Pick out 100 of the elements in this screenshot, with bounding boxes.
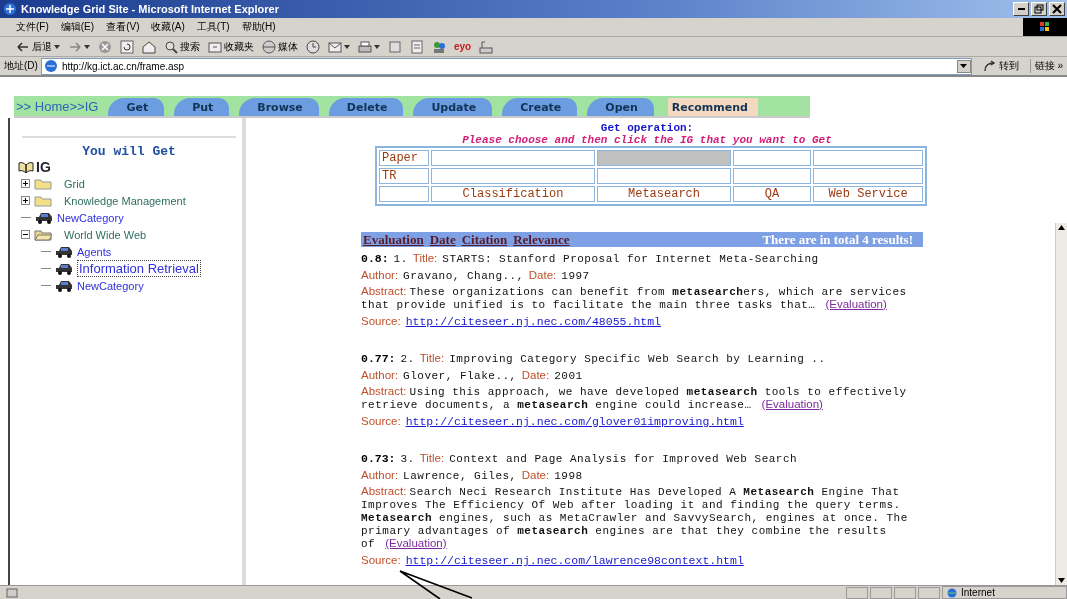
nav-tab[interactable]: Get <box>108 98 165 116</box>
scroll-up-icon <box>1057 223 1066 232</box>
globe-icon <box>946 587 958 598</box>
search-icon <box>164 39 178 54</box>
result-author: Lawrence, Giles, <box>403 469 517 484</box>
nav-tab[interactable]: Browse <box>239 98 319 116</box>
tree-item[interactable]: Grid <box>64 177 85 190</box>
table-cell: Paper <box>379 150 429 166</box>
plus-box-icon[interactable] <box>21 179 30 188</box>
nav-tab[interactable]: Open <box>587 98 654 116</box>
refresh-button[interactable] <box>120 39 134 54</box>
source-link[interactable]: http://citeseer.nj.nec.com/48055.html <box>405 314 661 330</box>
menu-item[interactable]: 文件(F) <box>16 20 49 34</box>
field-label: Date: <box>521 468 550 483</box>
dropdown-caret-icon <box>54 44 60 49</box>
sort-link[interactable]: Date <box>429 231 456 248</box>
breadcrumb[interactable]: >> Home>>IG <box>14 98 99 114</box>
sort-link[interactable]: Evaluation <box>363 231 424 248</box>
operation-instruction: Please choose and then click the IG that you want to Get <box>461 134 833 146</box>
ig-cell[interactable]: QA <box>733 186 811 202</box>
minus-box-icon[interactable] <box>21 230 30 239</box>
dropdown-button[interactable] <box>956 59 971 73</box>
restore-button[interactable] <box>1031 2 1047 16</box>
result-date: 2001 <box>554 369 583 384</box>
minimize-button[interactable] <box>1013 2 1029 16</box>
evaluation-link[interactable]: (Evaluation) <box>385 537 447 549</box>
nav-tab[interactable]: Update <box>413 98 493 116</box>
empty-cell <box>379 186 429 202</box>
forward-arrow-button[interactable] <box>68 39 90 54</box>
result-number: 2. <box>400 352 415 367</box>
result-author: Glover, Flake.., <box>403 369 517 384</box>
open-folder-icon <box>34 228 52 241</box>
tree-item[interactable]: NewCategory <box>77 279 144 292</box>
people-button[interactable] <box>432 39 446 54</box>
result-number: 3. <box>400 452 415 467</box>
back-button[interactable]: 后退 <box>16 39 60 54</box>
minimize-icon <box>1017 8 1025 10</box>
home-button[interactable] <box>142 39 156 54</box>
document-icon <box>410 39 424 54</box>
evaluation-link[interactable]: (Evaluation) <box>761 398 823 410</box>
field-label: Source: <box>361 553 401 568</box>
printer-button[interactable] <box>358 39 380 54</box>
tree-root[interactable]: IG <box>36 159 51 175</box>
result-abstract: Abstract: Search Neci Research Institute Has Developed A Metasearch Engine That Improves The Efficiency Of Web after loading it and finding the query terms. Metasearch engines, such as MetaCrawler and SavvySearch, engines at once. The primary advantages of metasearch engines are that they combine the results of (Evaluation) <box>361 485 909 550</box>
field-label: Source: <box>361 314 401 329</box>
menu-item[interactable]: 收藏(A) <box>151 20 185 34</box>
menu-item[interactable]: 编辑(E) <box>60 20 95 34</box>
result-title: STARTS: Stanford Proposal for Internet Meta-Searching <box>442 252 819 267</box>
result-title: Improving Category Specific Web Search by Learning .. <box>449 352 826 367</box>
menu-item[interactable]: 工具(T) <box>196 20 230 34</box>
results-summary: There are in total 4 results! <box>762 231 914 248</box>
restore-icon <box>1034 4 1044 14</box>
sort-link[interactable]: Relevance <box>513 231 570 248</box>
tree-item[interactable]: World Wide Web <box>64 228 147 241</box>
close-button[interactable] <box>1049 2 1065 16</box>
nav-tab[interactable]: Put <box>174 98 230 116</box>
tree-item[interactable]: Information Retrieval <box>77 260 201 277</box>
evaluation-link[interactable]: (Evaluation) <box>825 298 887 310</box>
operation-heading: Get operation: <box>599 122 695 134</box>
folder-icon <box>34 194 52 207</box>
table-cell: TR <box>379 168 429 184</box>
go-button[interactable]: 转到 <box>974 59 1027 73</box>
result-author: Gravano, Chang.., <box>403 269 524 284</box>
menu-item[interactable]: 帮助(H) <box>241 20 276 34</box>
field-label: Title: <box>412 251 438 266</box>
plus-box-icon[interactable] <box>21 196 30 205</box>
links-button[interactable]: 链接 » <box>1029 59 1067 73</box>
eyo-button[interactable]: eyo <box>454 41 472 52</box>
ig-cell[interactable]: Metasearch <box>597 186 731 202</box>
result-date: 1998 <box>554 469 583 484</box>
clock-button[interactable] <box>306 39 320 54</box>
source-link[interactable]: http://citeseer.nj.nec.com/glover01improving.html <box>405 414 744 430</box>
sort-link[interactable]: Citation <box>461 231 508 248</box>
favorites-button[interactable]: 收藏夹 <box>208 39 254 54</box>
close-icon <box>1052 4 1062 14</box>
mail-button[interactable] <box>328 39 350 54</box>
field-label: Author: <box>361 368 399 383</box>
media-button[interactable]: 媒体 <box>262 39 298 54</box>
open-book-icon <box>18 160 34 174</box>
dropdown-caret-icon <box>344 44 350 49</box>
field-label: Date: <box>528 268 557 283</box>
nav-tab[interactable]: Delete <box>328 98 404 116</box>
tree-item[interactable]: NewCategory <box>57 211 124 224</box>
result-score: 0.8: <box>361 251 389 267</box>
stop-button[interactable] <box>98 39 112 54</box>
ig-cell[interactable]: Classification <box>431 186 595 202</box>
curved-arrow-icon <box>982 60 997 72</box>
nav-tab[interactable]: Recommend <box>667 98 758 116</box>
nav-tab[interactable]: Create <box>502 98 578 116</box>
folder-icon <box>34 177 52 190</box>
menu-item[interactable]: 查看(V) <box>106 20 140 34</box>
ig-cell[interactable]: Web Service <box>813 186 923 202</box>
people-icon <box>432 39 446 54</box>
tree-item[interactable]: Knowledge Management <box>64 194 186 207</box>
forward-arrow-icon <box>68 39 82 54</box>
address-field[interactable]: http://kg.ict.ac.cn/frame.asp <box>40 57 972 75</box>
scrollbar[interactable] <box>1055 223 1067 585</box>
search-button[interactable]: 搜索 <box>164 39 200 54</box>
tree-item[interactable]: Agents <box>77 245 112 258</box>
source-link[interactable]: http://citeseer.nj.nec.com/lawrence98context.html <box>405 553 744 569</box>
